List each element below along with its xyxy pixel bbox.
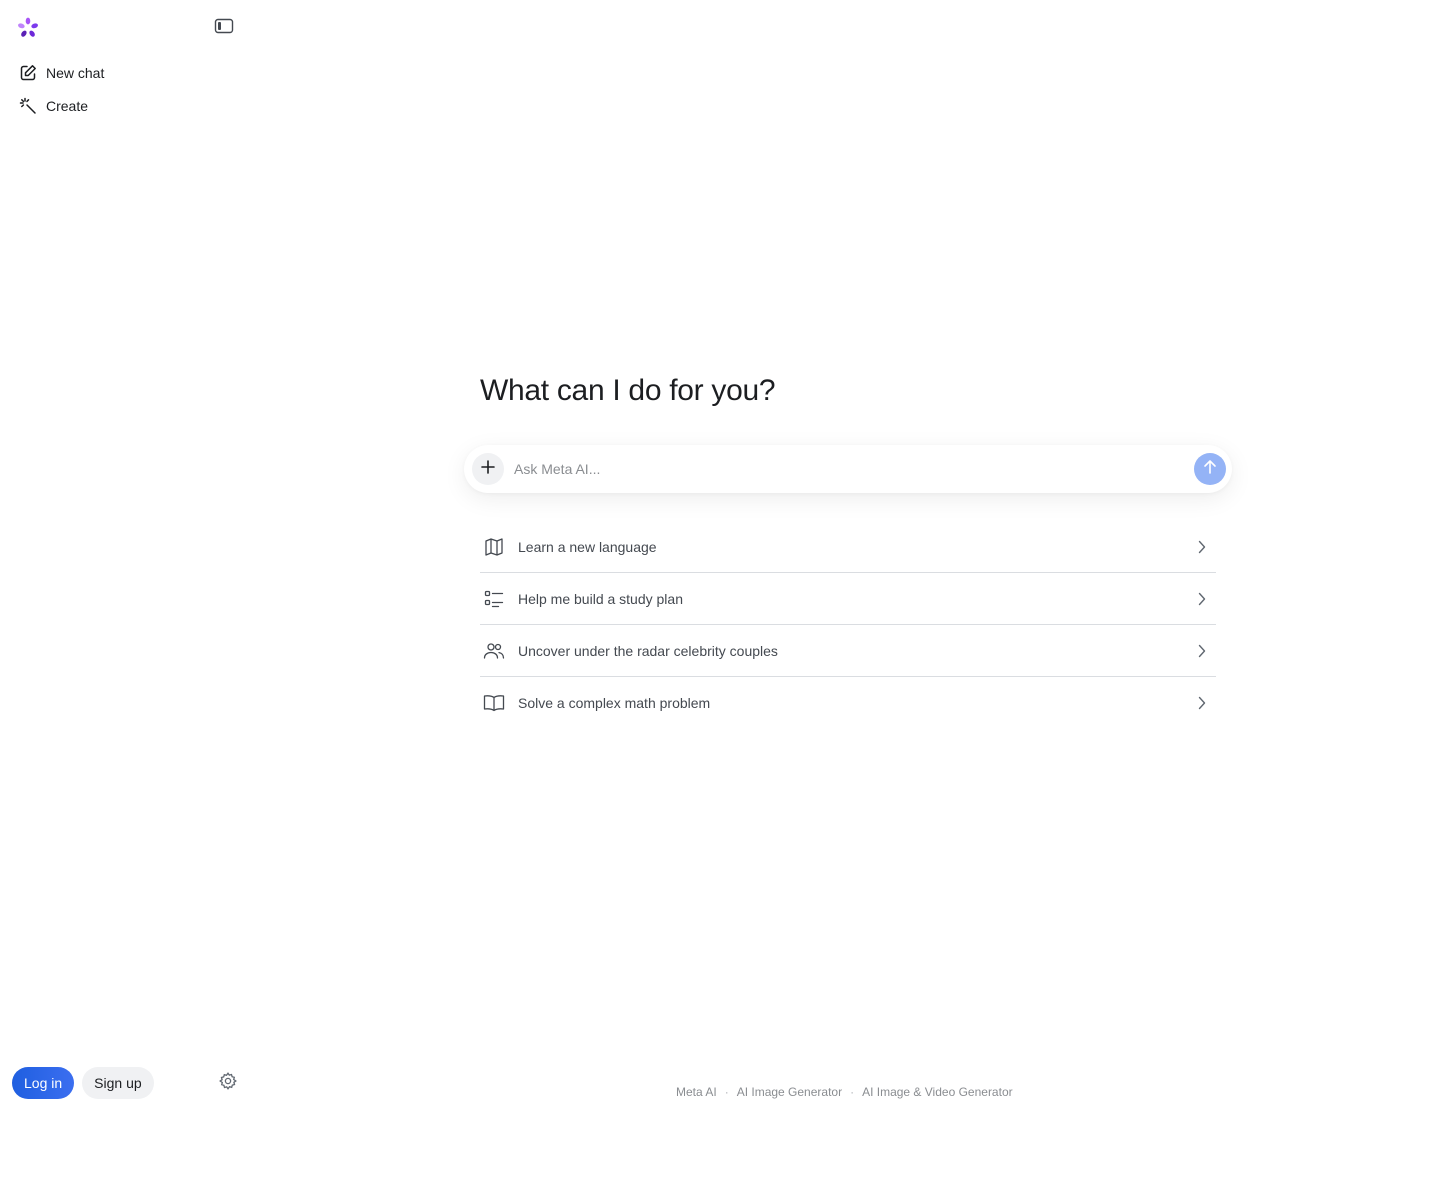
- prompt-input[interactable]: [514, 453, 1194, 485]
- meta-ai-logo-icon[interactable]: [16, 16, 40, 40]
- footer-link-meta-ai[interactable]: Meta AI: [676, 1085, 717, 1099]
- footer-separator: ·: [850, 1085, 855, 1099]
- footer-links: Meta AI · AI Image Generator · AI Image …: [676, 1085, 1013, 1099]
- sidebar-toggle-icon: [214, 18, 234, 39]
- suggestion-item[interactable]: Solve a complex math problem: [480, 677, 1216, 729]
- chevron-right-icon: [1192, 537, 1212, 557]
- suggestion-label: Help me build a study plan: [518, 590, 683, 607]
- page-title: What can I do for you?: [480, 374, 776, 407]
- footer-link-ai-image-generator[interactable]: AI Image Generator: [737, 1085, 842, 1099]
- suggestion-label: Uncover under the radar celebrity couple…: [518, 642, 778, 659]
- send-button[interactable]: [1194, 453, 1226, 485]
- map-icon: [480, 533, 508, 561]
- app-root: New chat Create Log in Sign up What can …: [0, 0, 1440, 1200]
- people-icon: [480, 637, 508, 665]
- suggestion-item[interactable]: Learn a new language: [480, 521, 1216, 573]
- edit-icon: [18, 63, 38, 83]
- magic-wand-icon: [18, 96, 38, 116]
- chevron-right-icon: [1192, 693, 1212, 713]
- suggestion-label: Learn a new language: [518, 538, 657, 555]
- suggestion-list: Learn a new language Help me build a stu…: [480, 521, 1216, 729]
- suggestion-label: Solve a complex math problem: [518, 695, 711, 711]
- sidebar: New chat Create Log in Sign up: [0, 0, 248, 1200]
- sidebar-item-create[interactable]: Create: [10, 90, 238, 122]
- sidebar-item-label: Create: [46, 98, 89, 114]
- footer-link-ai-image-video-generator[interactable]: AI Image & Video Generator: [862, 1085, 1013, 1099]
- sidebar-item-new-chat[interactable]: New chat: [10, 57, 238, 89]
- composer: [464, 445, 1232, 493]
- chevron-right-icon: [1192, 589, 1212, 609]
- login-button[interactable]: Log in: [12, 1067, 75, 1099]
- gear-icon: [219, 1071, 237, 1095]
- sidebar-nav: New chat Create: [10, 57, 238, 123]
- arrow-up-icon: [1203, 459, 1217, 480]
- footer-separator: ·: [724, 1085, 729, 1099]
- signup-button[interactable]: Sign up: [82, 1067, 154, 1099]
- plus-icon: [481, 459, 495, 479]
- chevron-right-icon: [1192, 641, 1212, 661]
- attach-button[interactable]: [472, 453, 504, 485]
- checklist-icon: [480, 585, 508, 613]
- suggestion-item[interactable]: Uncover under the radar celebrity couple…: [480, 625, 1216, 677]
- auth-buttons: Log in Sign up: [12, 1067, 154, 1099]
- settings-button[interactable]: [217, 1071, 239, 1095]
- sidebar-toggle-button[interactable]: [212, 18, 236, 38]
- suggestion-item[interactable]: Help me build a study plan: [480, 573, 1216, 625]
- sidebar-item-label: New chat: [46, 65, 105, 81]
- book-icon: [480, 689, 508, 717]
